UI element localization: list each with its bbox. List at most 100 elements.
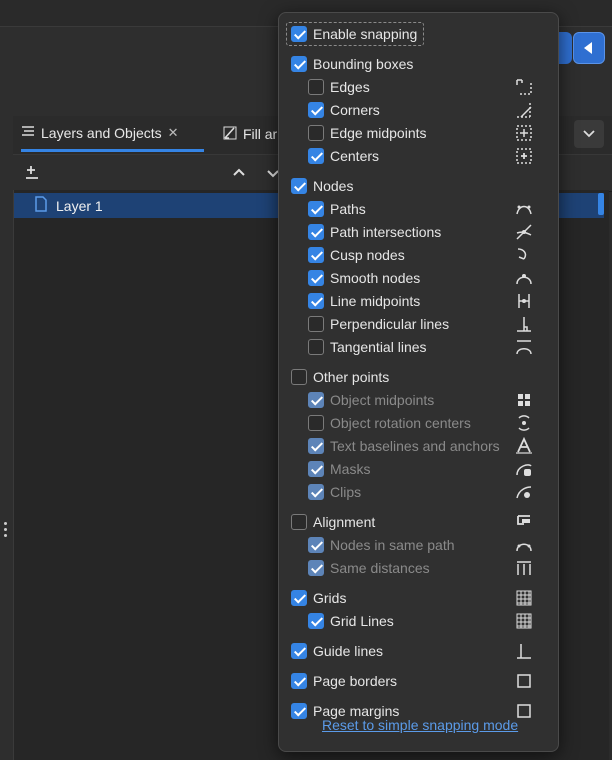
checkbox-label: Clips xyxy=(330,484,362,500)
scrollbar[interactable] xyxy=(598,193,604,215)
grid-icon xyxy=(515,589,533,607)
snap-option-object-midpoints[interactable]: Object midpoints xyxy=(308,390,434,410)
checkbox[interactable] xyxy=(308,270,324,286)
path-intersections-icon xyxy=(515,223,533,241)
masks-icon xyxy=(515,460,533,478)
checkbox-label: Masks xyxy=(330,461,371,477)
checkbox[interactable] xyxy=(308,293,324,309)
grid-lines-icon xyxy=(515,612,533,630)
guide-lines-icon xyxy=(515,642,533,660)
checkbox[interactable] xyxy=(291,703,307,719)
nav-button-partial[interactable] xyxy=(558,32,572,64)
snap-option-smooth-nodes[interactable]: Smooth nodes xyxy=(308,268,420,288)
snap-option-edge-midpoints[interactable]: Edge midpoints xyxy=(308,123,427,143)
checkbox[interactable] xyxy=(308,247,324,263)
same-distances-icon xyxy=(515,559,533,577)
layers-icon xyxy=(21,124,35,141)
checkbox[interactable] xyxy=(308,438,324,454)
snap-option-corners[interactable]: Corners xyxy=(308,100,380,120)
checkbox[interactable] xyxy=(291,673,307,689)
checkbox[interactable] xyxy=(291,590,307,606)
tab-label: Fill ar xyxy=(243,126,278,142)
alignment-icon xyxy=(515,513,533,531)
checkbox-label: Centers xyxy=(330,148,380,164)
snap-option-paths[interactable]: Paths xyxy=(308,199,366,219)
snap-option-perpendicular-lines[interactable]: Perpendicular lines xyxy=(308,314,449,334)
snap-option-grid-lines[interactable]: Grid Lines xyxy=(308,611,394,631)
snap-option-line-midpoints[interactable]: Line midpoints xyxy=(308,291,420,311)
snap-option-cusp-nodes[interactable]: Cusp nodes xyxy=(308,245,405,265)
checkbox[interactable] xyxy=(308,613,324,629)
layer-page-icon xyxy=(34,196,48,215)
checkbox[interactable] xyxy=(308,415,324,431)
checkbox[interactable] xyxy=(291,643,307,659)
checkbox-label: Nodes xyxy=(313,178,354,194)
tab-overflow-button[interactable] xyxy=(574,120,604,148)
snap-option-tangential-lines[interactable]: Tangential lines xyxy=(308,337,427,357)
brush-icon xyxy=(223,126,237,143)
collapse-panel-button[interactable] xyxy=(573,32,605,64)
checkbox-label: Line midpoints xyxy=(330,293,421,309)
snap-option-same-distances[interactable]: Same distances xyxy=(308,558,430,578)
snap-group-bounding-boxes[interactable]: Bounding boxes xyxy=(291,54,413,74)
checkbox-label: Same distances xyxy=(330,560,430,576)
text-baselines-icon xyxy=(515,436,533,455)
checkbox[interactable] xyxy=(291,56,307,72)
perpendicular-lines-icon xyxy=(515,315,533,333)
checkbox[interactable] xyxy=(308,316,324,332)
snap-group-other-points[interactable]: Other points xyxy=(291,367,389,387)
checkbox-label: Path intersections xyxy=(330,224,442,240)
checkbox[interactable] xyxy=(308,560,324,576)
tab-label: Layers and Objects xyxy=(41,124,162,141)
snap-group-guide-lines[interactable]: Guide lines xyxy=(291,641,383,661)
snap-group-grids[interactable]: Grids xyxy=(291,588,346,608)
dock-resize-handle[interactable] xyxy=(4,522,8,538)
page-borders-icon xyxy=(515,672,533,690)
snap-group-page-borders[interactable]: Page borders xyxy=(291,671,397,691)
snap-option-nodes-in-same-path[interactable]: Nodes in same path xyxy=(308,535,455,555)
checkbox-label: Corners xyxy=(330,102,380,118)
checkbox[interactable] xyxy=(308,79,324,95)
move-up-icon[interactable] xyxy=(229,163,249,183)
snap-option-centers[interactable]: Centers xyxy=(308,146,379,166)
checkbox[interactable] xyxy=(308,224,324,240)
checkbox[interactable] xyxy=(291,178,307,194)
checkbox-label: Page borders xyxy=(313,673,398,689)
checkbox[interactable] xyxy=(308,537,324,553)
checkbox-label: Text baselines and anchors xyxy=(330,438,500,454)
checkbox[interactable] xyxy=(308,461,324,477)
checkbox-label: Bounding boxes xyxy=(313,56,414,72)
checkbox[interactable] xyxy=(308,339,324,355)
checkbox[interactable] xyxy=(291,26,307,42)
checkbox[interactable] xyxy=(291,369,307,385)
snap-group-nodes[interactable]: Nodes xyxy=(291,176,353,196)
checkbox[interactable] xyxy=(308,102,324,118)
snap-group-alignment[interactable]: Alignment xyxy=(291,512,375,532)
snap-option-text-baselines-and-anchors[interactable]: Text baselines and anchors xyxy=(308,436,500,456)
tab-layers-and-objects[interactable]: Layers and Objects ✕ xyxy=(21,116,204,152)
nodes-same-path-icon xyxy=(515,536,533,554)
snap-option-clips[interactable]: Clips xyxy=(308,482,361,502)
checkbox[interactable] xyxy=(308,484,324,500)
clips-icon xyxy=(515,483,533,501)
close-icon[interactable]: ✕ xyxy=(168,125,179,141)
checkbox[interactable] xyxy=(308,392,324,408)
checkbox-label: Grids xyxy=(313,590,347,606)
snap-option-path-intersections[interactable]: Path intersections xyxy=(308,222,441,242)
checkbox-label: Other points xyxy=(313,369,390,385)
checkbox[interactable] xyxy=(308,148,324,164)
rotation-centers-icon xyxy=(515,414,533,432)
add-layer-icon[interactable] xyxy=(23,163,43,183)
checkbox[interactable] xyxy=(308,125,324,141)
snap-option-edges[interactable]: Edges xyxy=(308,77,370,97)
checkbox-label: Paths xyxy=(330,201,366,217)
checkbox[interactable] xyxy=(308,201,324,217)
checkbox-label: Object rotation centers xyxy=(330,415,471,431)
checkbox[interactable] xyxy=(291,514,307,530)
checkbox-label: Tangential lines xyxy=(330,339,427,355)
snap-option-masks[interactable]: Masks xyxy=(308,459,370,479)
reset-simple-snapping-link[interactable]: Reset to simple snapping mode xyxy=(322,717,518,733)
enable-snapping-checkbox[interactable]: Enable snapping xyxy=(291,24,417,44)
snap-option-object-rotation-centers[interactable]: Object rotation centers xyxy=(308,413,471,433)
checkbox-label: Edge midpoints xyxy=(330,125,427,141)
